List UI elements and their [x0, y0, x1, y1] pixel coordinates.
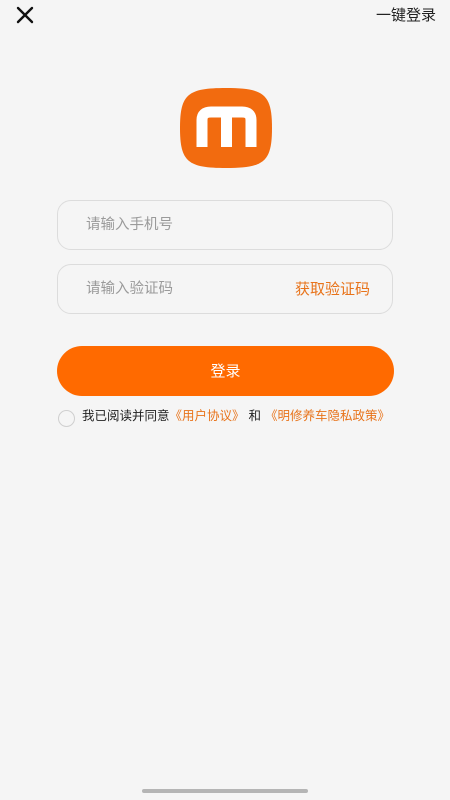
phone-input[interactable] — [86, 201, 376, 249]
agreement-prefix: 我已阅读并同意 — [82, 408, 170, 423]
one-click-login-link[interactable]: 一键登录 — [376, 4, 436, 26]
phone-field[interactable] — [57, 200, 393, 250]
agreement-checkbox[interactable] — [58, 410, 75, 427]
agreement-conjunction: 和 — [248, 408, 262, 423]
user-agreement-link[interactable]: 《用户协议》 — [170, 408, 245, 423]
privacy-policy-link[interactable]: 《明修养车隐私政策》 — [265, 408, 390, 423]
app-logo-icon — [180, 88, 272, 168]
home-indicator — [142, 789, 308, 793]
verification-code-input[interactable] — [86, 265, 266, 313]
login-button[interactable]: 登录 — [57, 346, 394, 396]
close-icon — [16, 6, 34, 24]
agreement-text: 我已阅读并同意《用户协议》 和 《明修养车隐私政策》 — [82, 407, 392, 425]
close-button[interactable] — [14, 4, 36, 26]
get-code-button[interactable]: 获取验证码 — [295, 265, 370, 313]
verification-code-field[interactable]: 获取验证码 — [57, 264, 393, 314]
